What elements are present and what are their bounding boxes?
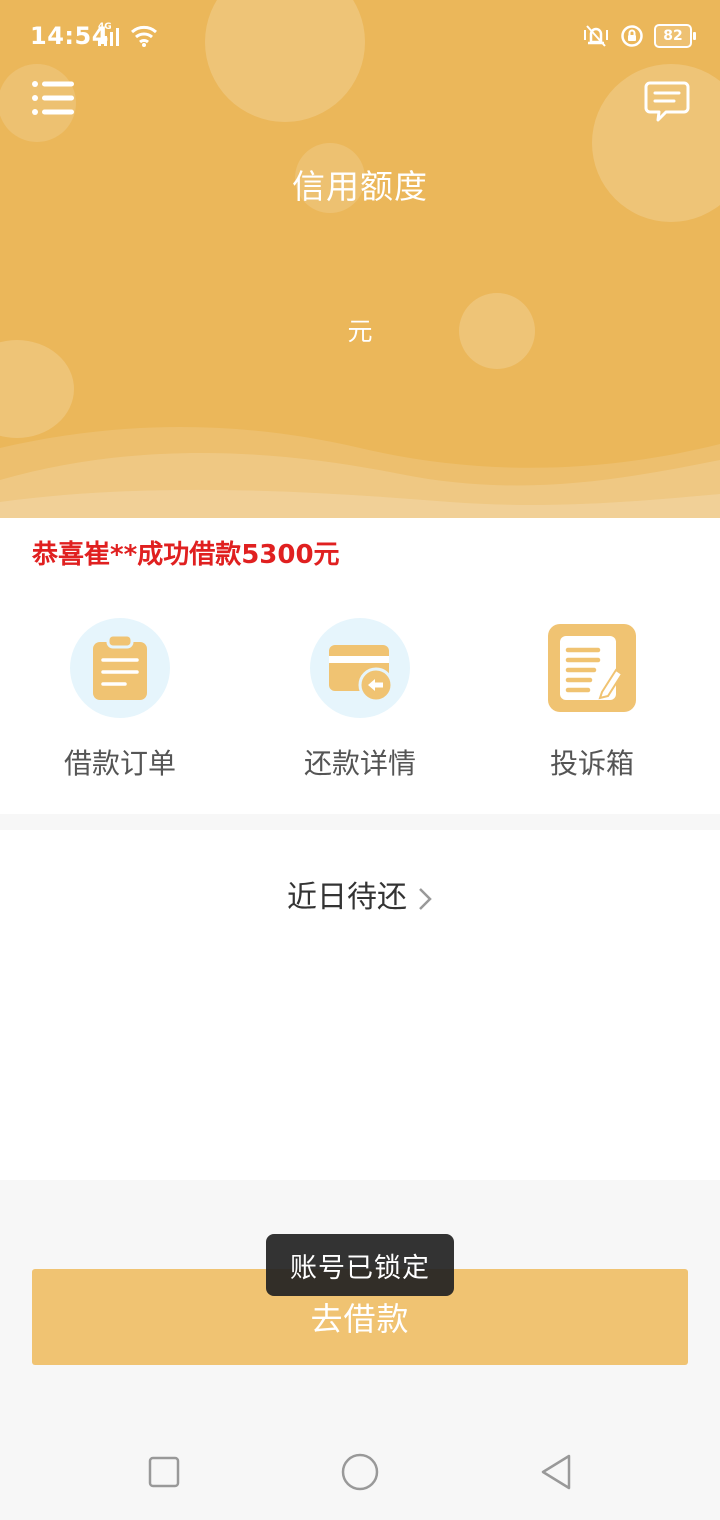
- battery-indicator: 82: [654, 24, 696, 48]
- credit-unit: 元: [347, 317, 373, 346]
- rotation-lock-icon: [621, 25, 643, 47]
- clipboard-icon: [70, 618, 170, 718]
- shortcut-complaint-box[interactable]: 投诉箱: [502, 618, 682, 782]
- shortcut-label: 借款订单: [63, 747, 176, 780]
- shortcut-loan-orders[interactable]: 借款订单: [30, 618, 210, 782]
- toast-text: 账号已锁定: [290, 1252, 430, 1284]
- vibrate-icon: [584, 25, 608, 47]
- circle-home-icon[interactable]: [340, 1452, 380, 1492]
- recent-due-card: 近日待还: [0, 830, 720, 1180]
- recent-due-link[interactable]: 近日待还: [0, 872, 720, 916]
- menu-icon[interactable]: [32, 80, 76, 116]
- loan-notice: 恭喜崔**成功借款5300元: [32, 540, 340, 570]
- system-nav-bar: [0, 1420, 720, 1520]
- shortcut-repayment-details[interactable]: 还款详情: [270, 618, 450, 782]
- chevron-right-icon: [419, 887, 432, 910]
- notebook-pen-icon: [548, 624, 636, 712]
- credit-header: 14:54 4G 82 信用额度 元: [0, 0, 720, 518]
- shortcut-label: 投诉箱: [549, 747, 634, 780]
- account-locked-toast: 账号已锁定: [266, 1234, 454, 1296]
- shortcut-label: 还款详情: [303, 747, 416, 780]
- wifi-icon: [131, 25, 157, 47]
- triangle-back-icon[interactable]: [536, 1452, 576, 1492]
- shortcut-card: 恭喜崔**成功借款5300元 借款订单 还款详情 投诉箱: [0, 518, 720, 814]
- square-recents-icon[interactable]: [144, 1452, 184, 1492]
- status-bar: 14:54 4G 82: [0, 0, 720, 72]
- borrow-button-label: 去借款: [310, 1300, 410, 1338]
- credit-limit-title: 信用额度: [292, 167, 428, 206]
- recent-due-label: 近日待还: [287, 880, 407, 915]
- battery-level: 82: [663, 28, 683, 44]
- wave-decoration: [0, 427, 720, 518]
- signal-icon: 4G: [96, 22, 126, 46]
- message-icon[interactable]: [644, 80, 690, 124]
- card-return-icon: [310, 618, 410, 718]
